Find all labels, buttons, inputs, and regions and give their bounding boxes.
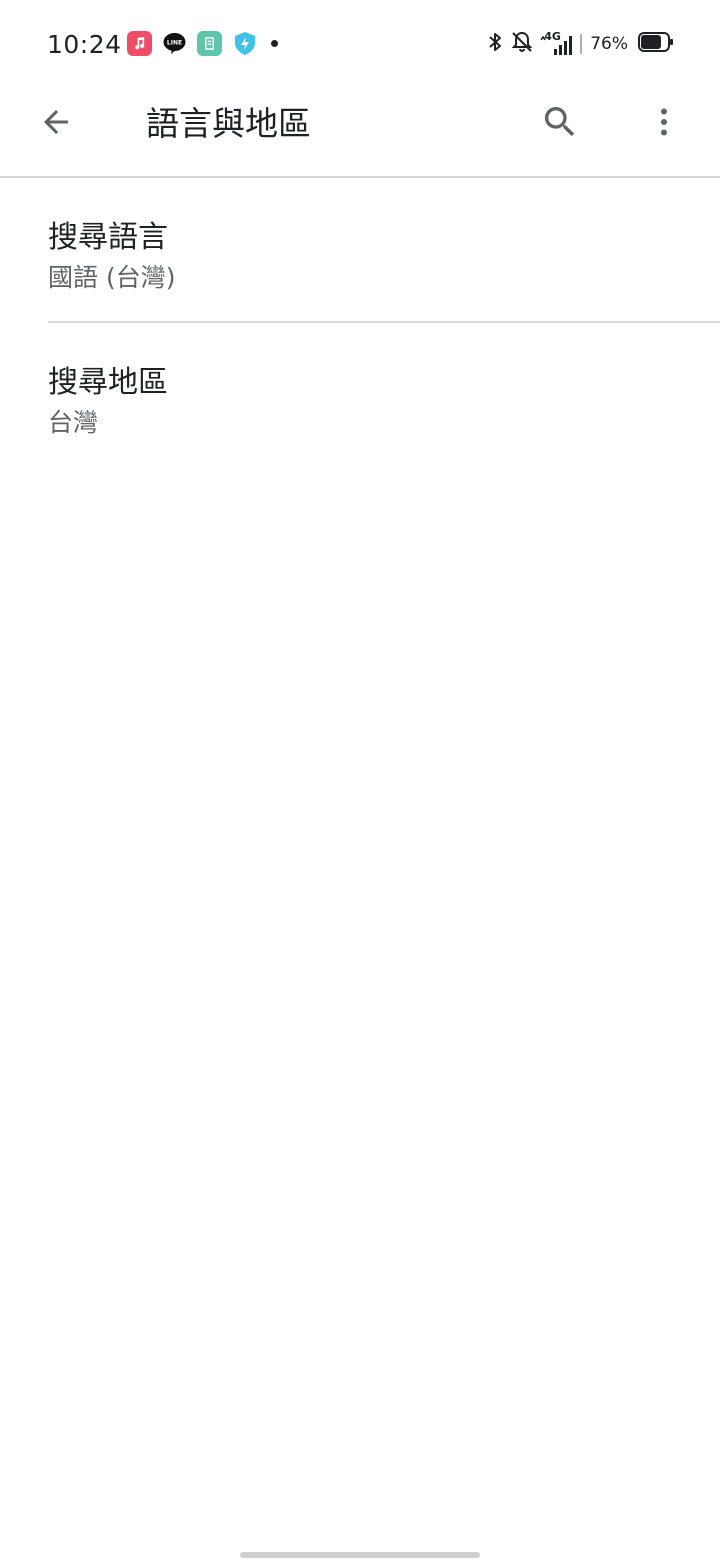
notification-icons: LINE [127, 31, 278, 56]
separator [580, 34, 583, 54]
shield-app-icon [232, 31, 257, 56]
svg-text:LINE: LINE [167, 40, 182, 47]
settings-list: 搜尋語言 國語 (台灣) 搜尋地區 台灣 [0, 178, 720, 468]
signal-4g-icon: 4G [540, 30, 574, 56]
back-button[interactable] [32, 100, 80, 148]
search-region-item[interactable]: 搜尋地區 台灣 [0, 323, 720, 468]
search-language-title: 搜尋語言 [48, 220, 168, 255]
battery-icon [638, 31, 674, 57]
more-vert-icon [646, 104, 682, 144]
app-bar: 語言與地區 [0, 88, 720, 176]
bluetooth-icon [486, 30, 504, 58]
more-notifications-dot [271, 40, 278, 47]
search-button[interactable] [536, 100, 584, 148]
teal-app-icon [197, 31, 222, 56]
battery-percent: 76% [590, 34, 628, 54]
line-app-icon: LINE [162, 31, 187, 56]
bell-off-icon [510, 30, 534, 58]
music-app-icon [127, 31, 152, 56]
gesture-navigation-bar[interactable] [240, 1552, 480, 1558]
page-title: 語言與地區 [146, 104, 311, 143]
search-region-title: 搜尋地區 [48, 365, 168, 400]
system-icons: 4G 76% [486, 30, 674, 58]
search-region-value: 台灣 [48, 408, 99, 437]
status-time: 10:24 [47, 30, 122, 59]
more-options-button[interactable] [640, 100, 688, 148]
search-language-value: 國語 (台灣) [48, 263, 176, 292]
search-language-item[interactable]: 搜尋語言 國語 (台灣) [0, 178, 720, 323]
search-icon [540, 102, 580, 146]
status-bar: 10:24 LINE 4G 76% [0, 0, 720, 88]
arrow-back-icon [38, 104, 74, 144]
